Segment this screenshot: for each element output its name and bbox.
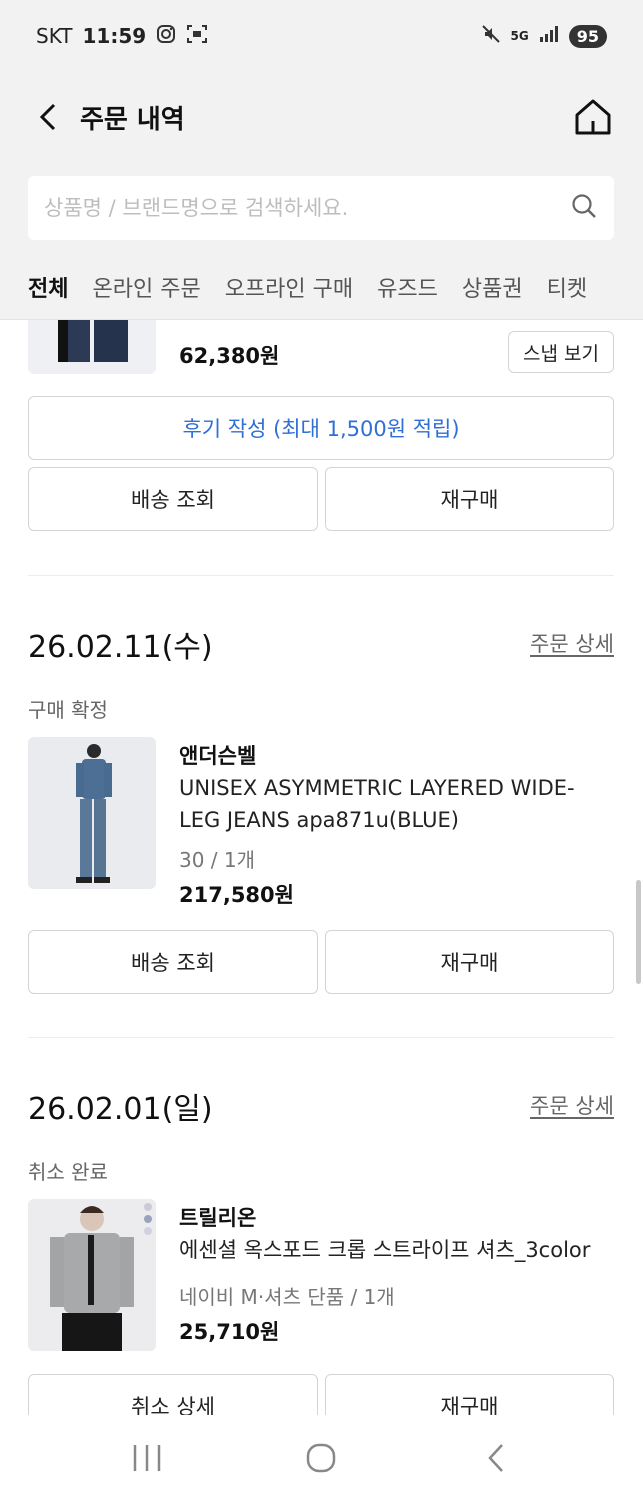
status-left: SKT 11:59 bbox=[36, 24, 208, 49]
track-delivery-button[interactable]: 배송 조회 bbox=[28, 467, 318, 531]
repurchase-button[interactable]: 재구매 bbox=[325, 1374, 614, 1415]
order-divider bbox=[28, 575, 614, 576]
item-brand: 앤더슨벨 bbox=[179, 744, 257, 768]
tab-used[interactable]: 유즈드 bbox=[377, 271, 438, 303]
back-nav-button[interactable] bbox=[466, 1428, 526, 1488]
tab-all[interactable]: 전체 bbox=[28, 271, 68, 303]
order-detail-link[interactable]: 주문 상세 bbox=[530, 628, 614, 658]
item-brand: 트릴리온 bbox=[179, 1206, 257, 1230]
order-list: 62,380원 스냅 보기 후기 작성 (최대 1,500원 적립) 배송 조회… bbox=[0, 320, 643, 1415]
battery-indicator: 95 bbox=[568, 24, 607, 48]
clock: 11:59 bbox=[82, 24, 147, 48]
item-price: 217,580원 bbox=[179, 883, 294, 907]
instagram-icon bbox=[156, 24, 176, 49]
tab-offline-purchase[interactable]: 오프라인 구매 bbox=[225, 271, 353, 303]
write-review-button[interactable]: 후기 작성 (최대 1,500원 적립) bbox=[28, 396, 614, 460]
carrier-label: SKT bbox=[36, 24, 73, 48]
chevron-left-icon bbox=[39, 103, 56, 131]
repurchase-button[interactable]: 재구매 bbox=[325, 930, 614, 994]
order-status: 취소 완료 bbox=[28, 1160, 108, 1184]
tab-gift-card[interactable]: 상품권 bbox=[462, 271, 523, 303]
signal-icon bbox=[539, 24, 559, 48]
search-box[interactable] bbox=[28, 176, 614, 240]
order-date: 26.02.11(수) bbox=[28, 630, 213, 665]
tab-online-order[interactable]: 온라인 주문 bbox=[92, 271, 200, 303]
recent-apps-button[interactable] bbox=[117, 1428, 177, 1488]
system-nav-bar bbox=[0, 1415, 643, 1500]
page-title: 주문 내역 bbox=[80, 104, 185, 135]
mute-icon bbox=[481, 24, 501, 49]
item-option: 네이비 M·셔츠 단품 / 1개 bbox=[179, 1285, 395, 1309]
order-detail-link[interactable]: 주문 상세 bbox=[530, 1090, 614, 1120]
item-price: 25,710원 bbox=[179, 1320, 280, 1344]
scrollbar[interactable] bbox=[636, 880, 641, 984]
5g-icon: 5G bbox=[510, 29, 529, 43]
product-thumbnail[interactable] bbox=[28, 737, 156, 889]
tab-ticket[interactable]: 티켓 bbox=[547, 271, 587, 303]
item-name[interactable]: UNISEX ASYMMETRIC LAYERED WIDE-LEG JEANS… bbox=[179, 772, 599, 836]
item-name[interactable]: 에센셜 옥스포드 크롭 스트라이프 셔츠_3color bbox=[179, 1234, 599, 1266]
home-nav-button[interactable] bbox=[291, 1428, 351, 1488]
order-type-tabs: 전체 온라인 주문 오프라인 구매 유즈드 상품권 티켓 bbox=[0, 254, 643, 320]
search-icon[interactable] bbox=[570, 192, 598, 224]
repurchase-button[interactable]: 재구매 bbox=[325, 467, 614, 531]
product-thumbnail[interactable] bbox=[28, 1199, 156, 1351]
screenshot-icon bbox=[186, 24, 208, 49]
track-delivery-button[interactable]: 배송 조회 bbox=[28, 930, 318, 994]
home-circle-icon bbox=[307, 1443, 336, 1472]
search-input[interactable] bbox=[44, 196, 570, 220]
search-area bbox=[0, 162, 643, 254]
cancel-detail-button[interactable]: 취소 상세 bbox=[28, 1374, 318, 1415]
status-right: 5G 95 bbox=[481, 24, 607, 49]
product-thumbnail[interactable] bbox=[28, 320, 156, 374]
item-option: 30 / 1개 bbox=[179, 848, 256, 872]
back-button[interactable] bbox=[28, 97, 68, 137]
app-header: 주문 내역 bbox=[0, 72, 643, 162]
home-icon bbox=[575, 99, 611, 135]
status-bar: SKT 11:59 5G 95 bbox=[0, 0, 643, 72]
snap-view-button[interactable]: 스냅 보기 bbox=[508, 331, 614, 373]
back-icon bbox=[488, 1443, 503, 1472]
recent-apps-icon bbox=[133, 1444, 161, 1471]
order-status: 구매 확정 bbox=[28, 698, 108, 722]
order-date: 26.02.01(일) bbox=[28, 1092, 213, 1127]
home-button[interactable] bbox=[571, 95, 615, 139]
item-price: 62,380원 bbox=[179, 344, 280, 368]
order-divider bbox=[28, 1037, 614, 1038]
